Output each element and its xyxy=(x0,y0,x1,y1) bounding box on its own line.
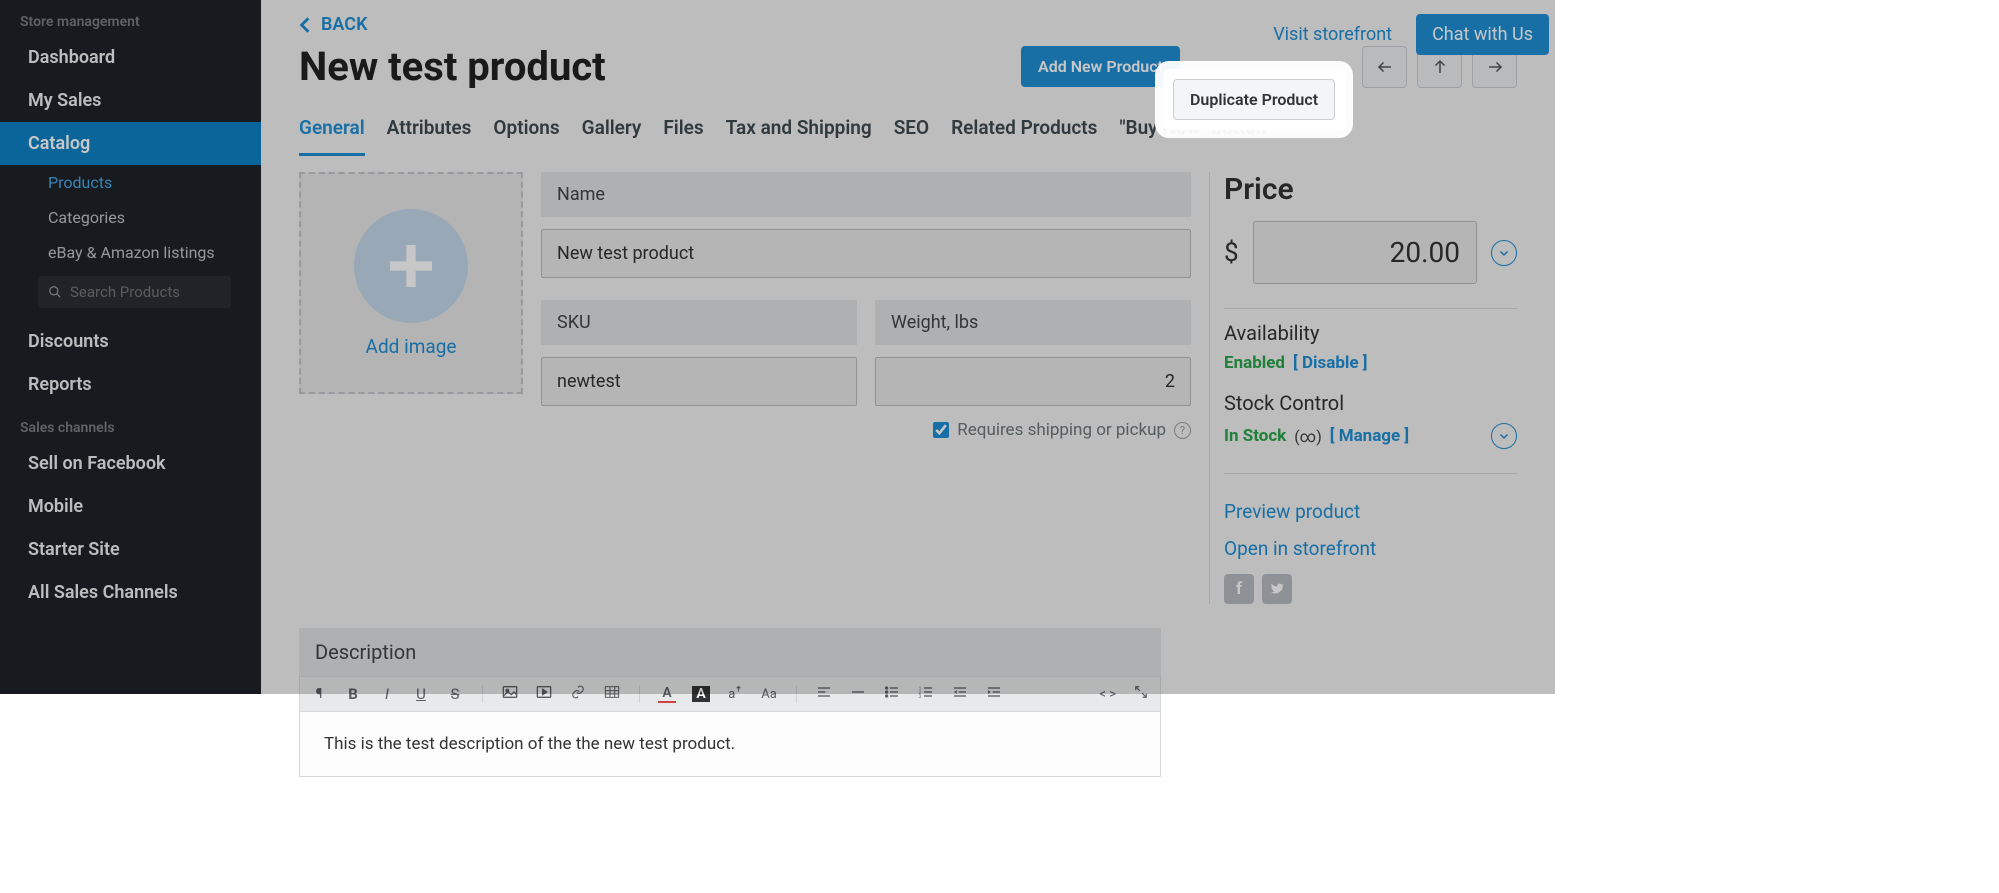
open-in-storefront-link[interactable]: Open in storefront xyxy=(1224,537,1517,560)
manage-stock-link[interactable]: [ Manage ] xyxy=(1330,426,1409,446)
duplicate-product-button[interactable]: Duplicate Product xyxy=(1173,79,1335,120)
sidebar-sub-ebay-amazon[interactable]: eBay & Amazon listings xyxy=(0,235,261,270)
tb-fullscreen-icon[interactable] xyxy=(1132,685,1150,703)
availability-status: Enabled xyxy=(1224,353,1285,373)
search-input[interactable] xyxy=(70,283,269,301)
price-expand-toggle[interactable] xyxy=(1491,240,1517,266)
chat-with-us-button[interactable]: Chat with Us xyxy=(1416,14,1549,55)
tb-fontcase-icon[interactable]: Aa xyxy=(760,687,778,702)
tb-ol-icon[interactable]: 123 xyxy=(917,685,935,703)
tab-files[interactable]: Files xyxy=(663,108,703,156)
tb-ul-icon[interactable] xyxy=(883,685,901,703)
tb-italic-icon[interactable]: I xyxy=(378,685,396,703)
tb-code-icon[interactable]: < > xyxy=(1099,687,1116,702)
tb-underline-icon[interactable]: U xyxy=(412,685,430,703)
arrow-left-icon xyxy=(1376,58,1394,76)
page-title: New test product xyxy=(299,43,1021,90)
weight-input[interactable] xyxy=(875,357,1191,406)
main-content: Visit storefront Chat with Us BACK New t… xyxy=(261,0,1555,694)
requires-shipping-checkbox[interactable] xyxy=(933,422,949,438)
sidebar-item-mysales[interactable]: My Sales xyxy=(0,79,261,122)
tab-gallery[interactable]: Gallery xyxy=(582,108,642,156)
chevron-down-icon xyxy=(1498,247,1510,259)
sidebar-section-title: Store management xyxy=(0,0,261,36)
tutorial-highlight: Duplicate Product xyxy=(1163,69,1345,130)
add-new-product-button[interactable]: Add New Product xyxy=(1021,46,1180,87)
share-twitter-button[interactable] xyxy=(1262,574,1292,604)
arrow-right-icon xyxy=(1486,58,1504,76)
price-panel: Price $ Availability Enabled [ Disable ]… xyxy=(1209,172,1517,604)
top-right-links: Visit storefront Chat with Us xyxy=(1273,14,1549,55)
arrow-up-icon xyxy=(1431,58,1449,76)
tab-related-products[interactable]: Related Products xyxy=(951,108,1097,156)
description-editor[interactable]: This is the test description of the the … xyxy=(299,712,1161,777)
tab-general[interactable]: General xyxy=(299,108,365,156)
stock-control-title: Stock Control xyxy=(1224,391,1517,415)
tb-image-icon[interactable] xyxy=(501,685,519,703)
availability-title: Availability xyxy=(1224,321,1517,345)
svg-text:3: 3 xyxy=(919,694,922,699)
stock-infinity: (∞) xyxy=(1294,427,1322,446)
tb-table-icon[interactable] xyxy=(603,685,621,703)
tab-options[interactable]: Options xyxy=(493,108,559,156)
sidebar-item-mobile[interactable]: Mobile xyxy=(0,485,261,528)
tb-paragraph-icon[interactable]: ¶ xyxy=(310,686,328,702)
price-input[interactable] xyxy=(1253,221,1477,284)
image-uploader[interactable]: Add image xyxy=(299,172,523,394)
tb-hr-icon[interactable] xyxy=(849,685,867,703)
sidebar-sub-products[interactable]: Products xyxy=(0,165,261,200)
sidebar-item-sell-on-facebook[interactable]: Sell on Facebook xyxy=(0,442,261,485)
tb-link-icon[interactable] xyxy=(569,685,587,703)
editor-toolbar: ¶ B I U S A A aꜛ Aa xyxy=(299,676,1161,712)
sidebar-item-discounts[interactable]: Discounts xyxy=(0,320,261,363)
stock-status: In Stock xyxy=(1224,426,1286,446)
tab-seo[interactable]: SEO xyxy=(894,108,929,156)
sidebar-item-reports[interactable]: Reports xyxy=(0,363,261,406)
sku-input[interactable] xyxy=(541,357,857,406)
price-title: Price xyxy=(1224,172,1517,207)
tb-fontsize-icon[interactable]: aꜛ xyxy=(726,686,744,702)
stock-expand-toggle[interactable] xyxy=(1491,423,1517,449)
add-image-icon xyxy=(354,209,468,323)
help-icon[interactable]: ? xyxy=(1174,422,1191,439)
sidebar-item-all-sales-channels[interactable]: All Sales Channels xyxy=(0,571,261,614)
visit-storefront-link[interactable]: Visit storefront xyxy=(1273,24,1392,45)
twitter-icon xyxy=(1269,581,1285,597)
sidebar-item-dashboard[interactable]: Dashboard xyxy=(0,36,261,79)
disable-link[interactable]: [ Disable ] xyxy=(1293,353,1367,373)
currency-symbol: $ xyxy=(1224,238,1239,268)
tab-tax-shipping[interactable]: Tax and Shipping xyxy=(726,108,872,156)
tb-outdent-icon[interactable] xyxy=(951,685,969,703)
chevron-down-icon xyxy=(1498,430,1510,442)
sidebar-item-catalog[interactable]: Catalog xyxy=(0,122,261,165)
sku-label: SKU xyxy=(541,300,857,345)
sidebar-section-title-channels: Sales channels xyxy=(0,406,261,442)
chevron-left-icon xyxy=(299,16,311,34)
back-label: BACK xyxy=(321,14,367,35)
preview-product-link[interactable]: Preview product xyxy=(1224,500,1517,523)
requires-shipping-label: Requires shipping or pickup xyxy=(957,420,1166,440)
sidebar-sub-categories[interactable]: Categories xyxy=(0,200,261,235)
tb-align-icon[interactable] xyxy=(815,685,833,703)
tb-bgcolor-icon[interactable]: A xyxy=(692,686,710,702)
add-image-label: Add image xyxy=(366,335,457,358)
description-block: Description ¶ B I U S A A aꜛ Aa xyxy=(299,628,1161,777)
tb-video-icon[interactable] xyxy=(535,685,553,703)
share-facebook-button[interactable]: f xyxy=(1224,574,1254,604)
tb-textcolor-icon[interactable]: A xyxy=(658,685,676,703)
sidebar: Store management Dashboard My Sales Cata… xyxy=(0,0,261,694)
name-input[interactable] xyxy=(541,229,1191,278)
weight-label: Weight, lbs xyxy=(875,300,1191,345)
sidebar-search[interactable] xyxy=(38,276,231,308)
name-label: Name xyxy=(541,172,1191,217)
tab-attributes[interactable]: Attributes xyxy=(387,108,472,156)
sidebar-item-starter-site[interactable]: Starter Site xyxy=(0,528,261,571)
search-icon xyxy=(48,285,62,299)
description-title: Description xyxy=(299,628,1161,676)
tb-indent-icon[interactable] xyxy=(985,685,1003,703)
tb-strike-icon[interactable]: S xyxy=(446,685,464,703)
tb-bold-icon[interactable]: B xyxy=(344,685,362,703)
